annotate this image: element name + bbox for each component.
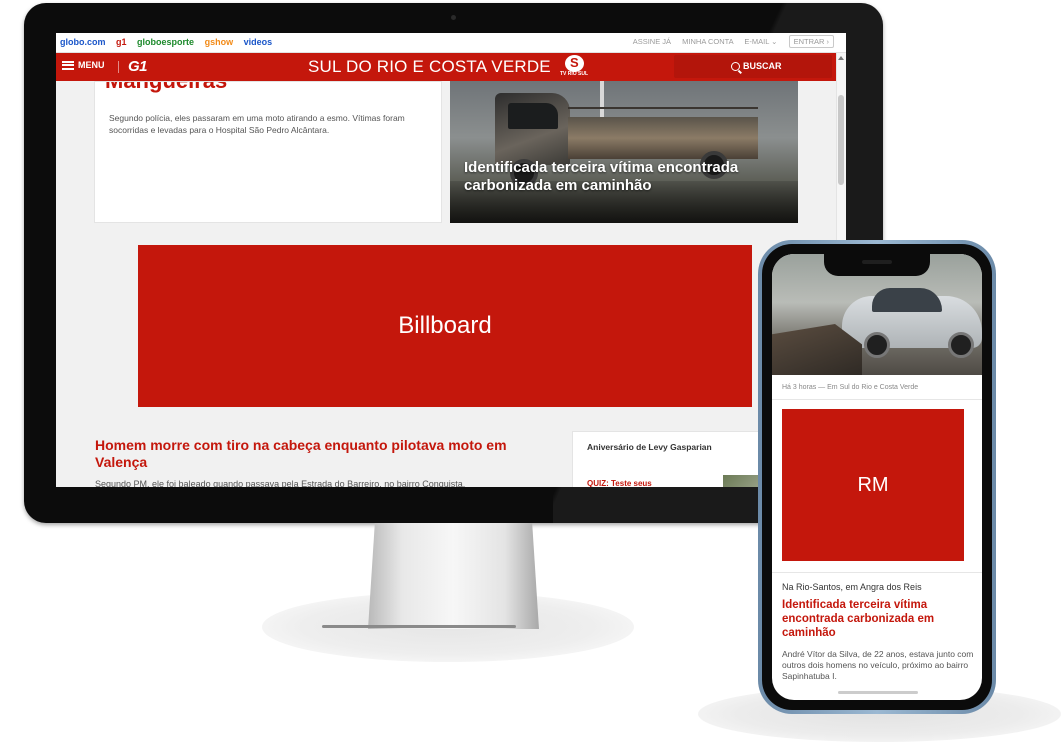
search-label: BUSCAR [743, 61, 782, 71]
mobile-screen: Há 3 horas — Em Sul do Rio e Costa Verde… [772, 254, 982, 700]
scroll-thumb[interactable] [838, 95, 844, 185]
g1-logo[interactable]: G1 [128, 58, 148, 75]
email-menu[interactable]: E-MAIL ⌄ [744, 37, 777, 46]
desktop-screen: globo.com g1 globoesporte gshow videos A… [56, 33, 846, 487]
globo-top-bar: globo.com g1 globoesporte gshow videos A… [56, 33, 846, 53]
story-title[interactable]: Homem morre com tiro na cabeça enquanto … [95, 437, 545, 471]
link-gshow[interactable]: gshow [205, 37, 234, 47]
home-indicator [838, 691, 918, 694]
story-title[interactable]: Identificada terceira vítima encontrada … [782, 598, 968, 640]
portal-links: globo.com g1 globoesporte gshow videos [60, 37, 280, 47]
subscribe-link[interactable]: ASSINE JÁ [633, 37, 671, 46]
story-summary: Segundo polícia, eles passaram em uma mo… [109, 113, 405, 135]
header-divider [118, 61, 119, 73]
my-account-link[interactable]: MINHA CONTA [682, 37, 733, 46]
story-card-featured[interactable]: Identificada terceira vítima encontrada … [450, 81, 798, 223]
account-links: ASSINE JÁ MINHA CONTA E-MAIL ⌄ ENTRAR › [624, 35, 834, 48]
search-button[interactable]: BUSCAR [674, 55, 832, 78]
sidebar-widget: Aniversário de Levy Gasparian QUIZ: Test… [572, 431, 782, 487]
camera-dot [451, 15, 456, 20]
story-kicker: Na Rio-Santos, em Angra dos Reis [782, 582, 922, 592]
story-card-left[interactable]: Mangueiras Segundo polícia, eles passara… [94, 81, 442, 223]
smartphone: Há 3 horas — Em Sul do Rio e Costa Verde… [758, 240, 996, 714]
rm-ad[interactable]: RM [782, 409, 964, 561]
tv-rio-sul-logo: TV RIO SUL [560, 55, 590, 79]
divider [772, 572, 982, 573]
divider [772, 399, 982, 400]
quiz-link[interactable]: QUIZ: Teste seus [587, 479, 652, 487]
monitor-stand-neck [368, 523, 539, 629]
story-summary: Segundo PM, ele foi baleado quando passa… [95, 479, 466, 487]
stand-edge [322, 625, 516, 628]
region-title[interactable]: SUL DO RIO E COSTA VERDE [308, 57, 551, 77]
widget-title: Aniversário de Levy Gasparian [587, 442, 712, 452]
menu-button[interactable]: MENU [62, 60, 105, 70]
phone-notch [824, 254, 930, 276]
link-videos[interactable]: videos [244, 37, 273, 47]
story-title[interactable]: Mangueiras [105, 82, 227, 94]
story-meta: Há 3 horas — Em Sul do Rio e Costa Verde [782, 384, 919, 391]
story-summary: André Vítor da Silva, de 22 anos, estava… [782, 649, 974, 681]
featured-headline[interactable]: Identificada terceira vítima encontrada … [464, 159, 784, 195]
search-icon [731, 61, 740, 71]
quiz-thumbnail[interactable] [723, 475, 763, 487]
login-button[interactable]: ENTRAR › [788, 35, 834, 48]
hamburger-icon [62, 60, 74, 70]
g1-header: MENU G1 SUL DO RIO E COSTA VERDE TV RIO … [56, 53, 846, 81]
link-globo-com[interactable]: globo.com [60, 37, 106, 47]
scroll-up-arrow-icon[interactable] [838, 56, 844, 60]
menu-label: MENU [78, 60, 105, 70]
billboard-ad[interactable]: Billboard [138, 245, 752, 407]
link-globoesporte[interactable]: globoesporte [137, 37, 194, 47]
link-g1[interactable]: g1 [116, 37, 127, 47]
